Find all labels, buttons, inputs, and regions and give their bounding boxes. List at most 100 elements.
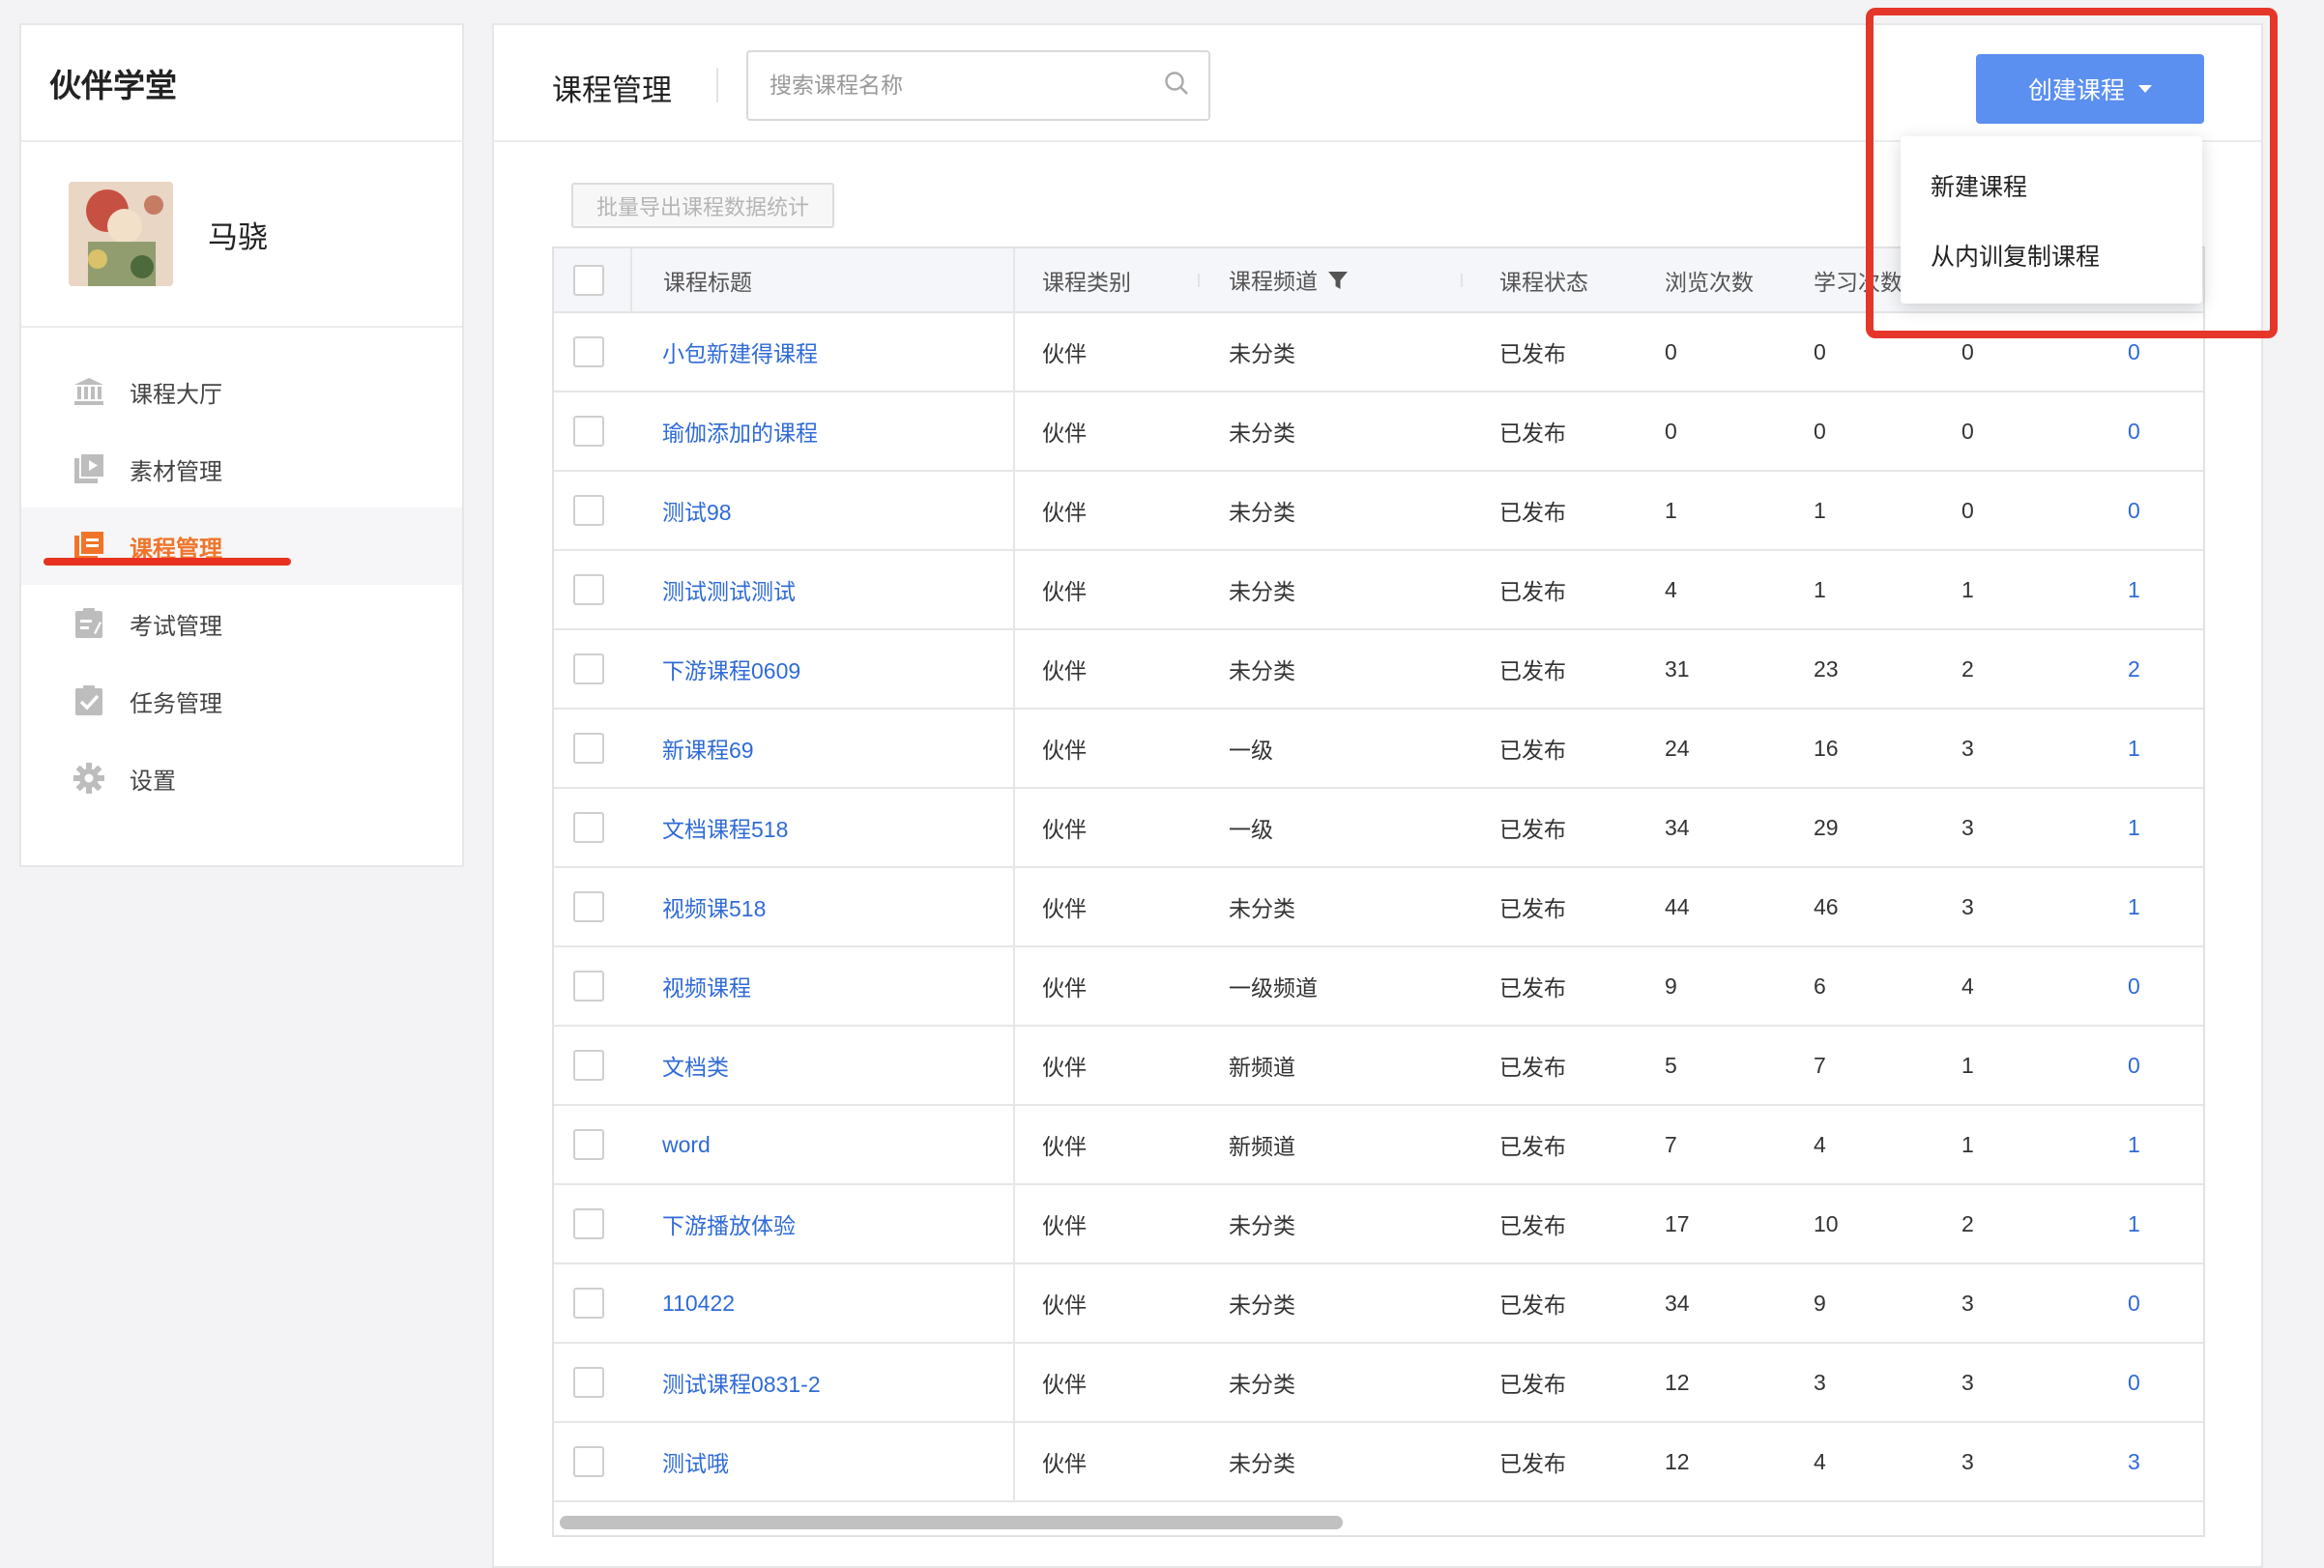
count-link[interactable]: 0 [2128,1343,2203,1423]
sidebar-item-label: 课程大厅 [130,381,222,408]
row-checkbox-cell [554,550,631,630]
count-link[interactable]: 0 [2128,1263,2203,1344]
count-link[interactable]: 0 [2128,946,2203,1027]
select-all-checkbox[interactable] [573,264,604,296]
filter-icon[interactable] [1327,270,1349,297]
count-link[interactable]: 1 [2128,867,2203,947]
row-checkbox[interactable] [573,812,604,843]
course-channel: 未分类 [1200,550,1463,630]
row-checkbox-cell [554,946,631,1027]
row-checkbox[interactable] [573,1129,604,1160]
search-icon[interactable] [1164,71,1189,101]
course-category: 伙伴 [1014,1343,1200,1423]
create-course-label: 创建课程 [2027,77,2125,104]
sidebar-item-settings[interactable]: 设置 [21,740,462,817]
row-checkbox[interactable] [573,574,604,605]
course-title-link[interactable]: 测试哦 [631,1422,1015,1502]
column-header-views[interactable]: 浏览次数 [1629,248,1795,313]
count-link[interactable]: 0 [2128,1026,2203,1106]
menu-item-copy-from-internal[interactable]: 从内训复制课程 [1901,220,2202,290]
column-header-category[interactable]: 课程类别 [1014,248,1200,313]
create-course-button[interactable]: 创建课程 [1976,54,2204,124]
row-checkbox-cell [554,1343,631,1423]
sidebar-item-exam[interactable]: 考试管理 [21,585,462,662]
count-link[interactable]: 1 [2128,788,2203,868]
course-title-link[interactable]: 测试课程0831-2 [631,1343,1015,1423]
course-status: 已发布 [1463,1422,1629,1502]
row-checkbox[interactable] [573,336,604,367]
row-checkbox[interactable] [573,1288,604,1319]
course-channel: 未分类 [1200,312,1463,392]
course-title-link[interactable]: 下游播放体验 [631,1184,1015,1264]
course-channel: 未分类 [1200,1343,1463,1423]
row-checkbox[interactable] [573,971,604,1002]
count-link[interactable]: 2 [2128,629,2203,710]
course-title-link[interactable]: 文档课程518 [631,788,1015,868]
column-header-title[interactable]: 课程标题 [631,248,1015,313]
sidebar-item-course-hall[interactable]: 课程大厅 [21,353,462,430]
course-title-link[interactable]: 小包新建得课程 [631,312,1015,392]
count-link[interactable]: 1 [2128,1105,2203,1185]
course-title-link[interactable]: 下游课程0609 [631,629,1015,710]
column-header-status[interactable]: 课程状态 [1463,248,1629,313]
course-title-link[interactable]: 测试测试测试 [631,550,1015,630]
menu-item-new-course[interactable]: 新建课程 [1901,151,2202,220]
course-channel: 一级 [1200,788,1463,868]
sidebar: 伙伴学堂 马骁 课程大厅 素材管理 课程管理 考试管理 任务管理 设置 [19,23,464,867]
count-cell: 3 [1961,788,2128,868]
study-count: 16 [1795,709,1961,789]
view-count: 4 [1629,550,1795,630]
row-checkbox[interactable] [573,1050,604,1081]
view-count: 12 [1629,1422,1795,1502]
avatar[interactable] [69,182,173,286]
count-link[interactable]: 1 [2128,550,2203,630]
row-checkbox[interactable] [573,416,604,447]
row-checkbox[interactable] [573,891,604,922]
row-checkbox[interactable] [573,733,604,764]
course-title-link[interactable]: 新课程69 [631,709,1015,789]
course-title-link[interactable]: 视频课程 [631,946,1015,1027]
course-status: 已发布 [1463,788,1629,868]
sidebar-item-materials[interactable]: 素材管理 [21,430,462,508]
bank-icon [72,374,106,409]
count-link[interactable]: 3 [2128,1422,2203,1502]
horizontal-scrollbar[interactable] [560,1516,1343,1529]
row-checkbox[interactable] [573,653,604,684]
count-link[interactable]: 0 [2128,471,2203,551]
count-link[interactable]: 0 [2128,312,2203,392]
course-channel: 未分类 [1200,1184,1463,1264]
course-category: 伙伴 [1014,392,1200,472]
row-checkbox[interactable] [573,1208,604,1239]
count-link[interactable]: 0 [2128,392,2203,472]
count-cell: 3 [1961,709,2128,789]
title-divider [716,68,718,102]
sidebar-nav: 课程大厅 素材管理 课程管理 考试管理 任务管理 设置 [21,328,462,817]
row-checkbox-cell [554,867,631,947]
course-title-link[interactable]: word [631,1105,1015,1185]
export-stats-button[interactable]: 批量导出课程数据统计 [571,183,834,228]
course-status: 已发布 [1463,392,1629,472]
sidebar-item-course-management[interactable]: 课程管理 [21,508,462,585]
sidebar-item-task[interactable]: 任务管理 [21,662,462,740]
course-title-link[interactable]: 瑜伽添加的课程 [631,392,1015,472]
course-title-link[interactable]: 测试98 [631,471,1015,551]
course-title-link[interactable]: 文档类 [631,1026,1015,1106]
count-link[interactable]: 1 [2128,1184,2203,1264]
count-cell: 1 [1961,550,2128,630]
row-checkbox[interactable] [573,1367,604,1398]
column-header-channel[interactable]: 课程频道 [1200,248,1463,313]
search-input[interactable] [770,73,1164,99]
caret-down-icon [2138,85,2152,93]
count-link[interactable]: 1 [2128,709,2203,789]
count-cell: 0 [1961,392,2128,472]
course-status: 已发布 [1463,1263,1629,1344]
table-row: 下游课程0609 伙伴 未分类 已发布 31 23 2 2 [554,629,2203,710]
course-title-link[interactable]: 视频课518 [631,867,1015,947]
row-checkbox[interactable] [573,1446,604,1477]
user-name: 马骁 [208,219,268,254]
course-channel: 新频道 [1200,1105,1463,1185]
course-title-link[interactable]: 110422 [631,1263,1015,1344]
row-checkbox[interactable] [573,495,604,526]
media-icon [72,451,106,486]
view-count: 17 [1629,1184,1795,1264]
